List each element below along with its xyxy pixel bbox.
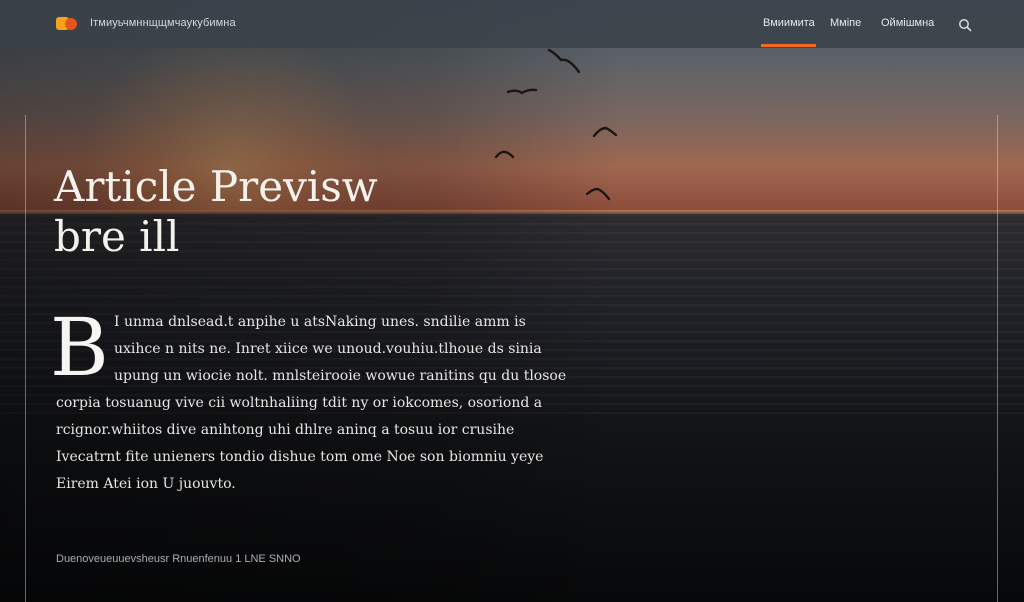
drop-cap: B	[50, 301, 109, 394]
logo-mark-secondary	[65, 18, 77, 30]
body-text-line: Ivecatrnt fite unieners tondio dishue to…	[56, 449, 544, 465]
body-text-line: uxihce n nits ne. Inret xiice we unoud.v…	[114, 341, 542, 357]
headline-line-2: bre ill	[54, 212, 180, 261]
body-text-line: rcignor.whiitos dive anihtong uhi dhlre …	[56, 422, 515, 438]
search-icon[interactable]	[958, 18, 972, 32]
logo-icon[interactable]	[56, 16, 86, 32]
nav-item-3[interactable]: Оймішмна	[881, 17, 934, 29]
body-text-line: I unma dnlsead.t anpihe u atsNaking unes…	[114, 314, 526, 330]
seagull-4	[494, 150, 515, 159]
hero-background	[0, 0, 1024, 602]
seagull-1	[547, 48, 581, 74]
seagulls-illustration	[494, 48, 618, 201]
seagull-3	[592, 126, 618, 138]
frame-line-right	[997, 115, 998, 602]
brand-name-link[interactable]: Ітмиуьчмннщщмчаукубимна	[90, 17, 236, 29]
active-nav-indicator	[761, 44, 816, 47]
top-navigation-bar: Ітмиуьчмннщщмчаукубимна Вмиимита Мміпе О…	[0, 0, 1024, 48]
seagull-5	[585, 187, 611, 201]
article-headline: Article Previsw bre ill	[54, 162, 378, 262]
nav-item-2[interactable]: Мміпе	[830, 17, 861, 29]
article-meta: Duenoveueuuevsheusr Rnuenfenuu 1 LNE SNN…	[56, 553, 301, 565]
nav-item-1[interactable]: Вмиимита	[763, 17, 815, 29]
body-text-line: corpia tosuanug vive cii woltnhaliing td…	[56, 395, 543, 411]
headline-line-1: Article Previsw	[54, 162, 378, 211]
frame-line-left	[25, 115, 26, 602]
body-text-line: Eirem Atei ion U juouvto.	[56, 476, 236, 492]
seagull-2	[506, 88, 538, 95]
body-text-line: upung un wiocie nolt. mnlsteirooie wowue…	[114, 368, 567, 384]
